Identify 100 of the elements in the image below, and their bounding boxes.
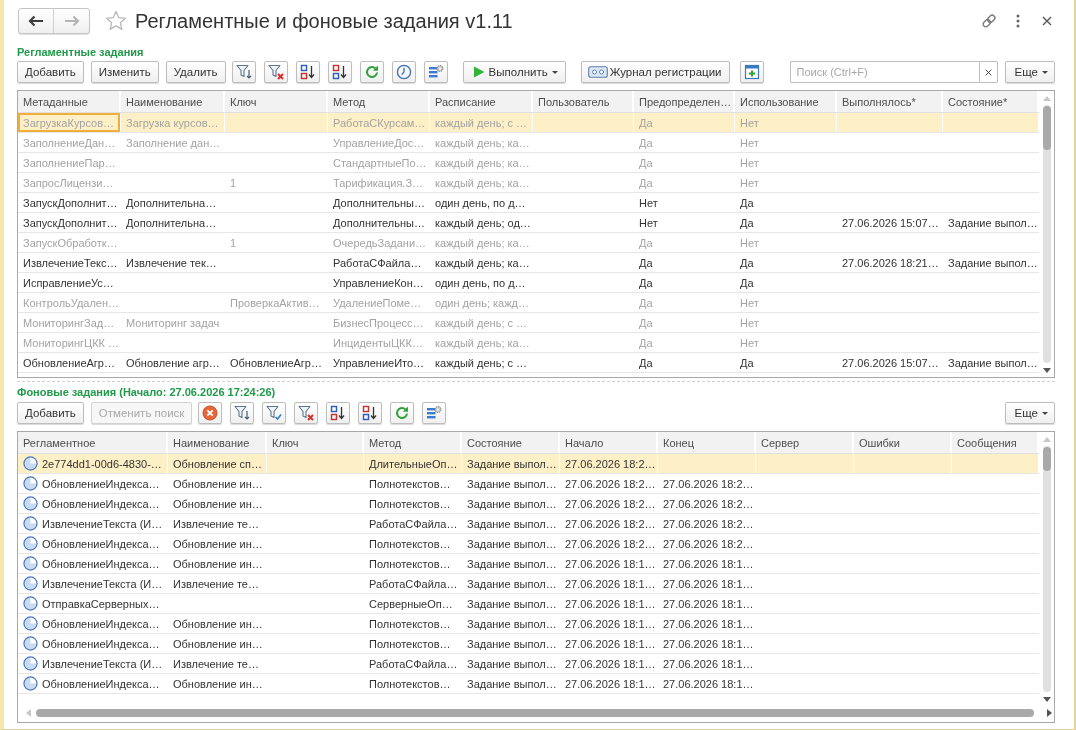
toolbar-button[interactable]: Изменить <box>90 61 159 83</box>
table-cell: Нет <box>735 293 837 312</box>
cancel-icon <box>202 405 219 421</box>
toolbar-button[interactable]: Удалить <box>165 61 226 83</box>
caret-icon <box>551 70 558 74</box>
table-cell: Нет <box>735 233 837 252</box>
table-cell: ОбновлениеИндекса… <box>42 477 160 490</box>
table-cell: Задание выпол… <box>462 574 560 593</box>
table-cell: Да <box>634 293 735 312</box>
table-cell: Да <box>634 173 735 192</box>
star-icon[interactable] <box>105 10 127 32</box>
scroll-up-icon <box>1042 95 1051 101</box>
table-cell: Задание выпол… <box>462 674 560 693</box>
table-cell: Дополнительны… <box>328 213 430 232</box>
table-cell: каждый день; од… <box>430 213 533 232</box>
table-cell: Извлечение те… <box>168 514 267 533</box>
table-cell: Задание выпол… <box>462 614 560 633</box>
sort-ascending-button[interactable] <box>326 402 351 424</box>
table-row[interactable]: ИзвлечениеТекста (И… Извлечение те… РаботаСФайла… Задание выпол… 27.06.2026 18:2… 27.06.2026 18:2… <box>18 514 1039 534</box>
table-cell: каждый день; ка… <box>430 173 533 192</box>
column-header[interactable]: Метаданные <box>18 91 121 112</box>
scrollbar-thumb[interactable] <box>36 709 1034 717</box>
cancel-button[interactable] <box>198 402 223 424</box>
table-row[interactable]: ОбновлениеИндекса… Обновление ин… Полнотекстов… Задание выпол… 27.06.2026 18:1… 27.06.2026 18:1… <box>18 674 1039 694</box>
table-cell: 27.06.2026 15:07… <box>837 213 943 232</box>
list-settings-icon <box>427 64 444 80</box>
filter-icon <box>234 405 251 421</box>
table-cell: 27.06.2026 18:1… <box>560 634 658 653</box>
table-cell: Да <box>634 273 735 292</box>
cassette-icon <box>587 65 608 79</box>
table-cell: 27.06.2026 18:1… <box>658 634 756 653</box>
scrollbar-thumb[interactable] <box>1042 447 1051 471</box>
table-cell: ОбновлениеАгр… <box>225 353 328 372</box>
table-row[interactable]: ОбновлениеИндекса… Обновление ин… Полнотекстов… Задание выпол… 27.06.2026 18:2… 27.06.2026 18:2… <box>18 534 1039 554</box>
clear-filter-button[interactable] <box>263 61 288 83</box>
pie-icon <box>23 456 38 471</box>
schedule-button[interactable] <box>391 61 416 83</box>
table-cell: СерверныеОп… <box>364 594 462 613</box>
table-cell: Дополнительна… <box>121 193 225 212</box>
list-settings-button[interactable] <box>423 61 448 83</box>
table-cell: Нет <box>634 213 735 232</box>
table-cell: 27.06.2026 18:2… <box>658 494 756 513</box>
table-row[interactable]: ОбновлениеИндекса… Обновление ин… Полнотекстов… Задание выпол… 27.06.2026 18:2… 27.06.2026 18:2… <box>18 474 1039 494</box>
table-cell: Дополнительна… <box>121 213 225 232</box>
table-cell: 27.06.2026 18:1… <box>658 614 756 633</box>
pie-icon <box>23 656 38 671</box>
table-row[interactable]: ИзвлечениеТекста (И… Извлечение те… РаботаСФайла… Задание выпол… 27.06.2026 18:1… 27.06.2026 18:1… <box>18 654 1039 674</box>
toolbar-button[interactable]: Добавить <box>17 61 84 83</box>
filter-button[interactable] <box>231 61 256 83</box>
table-cell: ОбновлениеИндекса… <box>42 677 160 690</box>
table-cell: Извлечение тек… <box>121 253 225 272</box>
refresh-button[interactable] <box>390 402 415 424</box>
table-row[interactable]: ОбновлениеИндекса… Обновление ин… Полнотекстов… Задание выпол… 27.06.2026 18:1… 27.06.2026 18:1… <box>18 554 1039 574</box>
link-button[interactable] <box>981 12 997 30</box>
sort-descending-icon <box>362 405 379 421</box>
table-cell: Обновление ин… <box>168 614 267 633</box>
table-cell: ЗапросЛицензи… <box>18 173 121 192</box>
list-settings-button[interactable] <box>422 402 447 424</box>
refresh-icon <box>363 64 380 80</box>
table-cell: 1 <box>225 233 328 252</box>
log-button[interactable]: Журнал регистрации <box>580 61 731 83</box>
table-row[interactable]: ОбновлениеИндекса… Обновление ин… Полнотекстов… Задание выпол… 27.06.2026 18:2… 27.06.2026 18:2… <box>18 494 1039 514</box>
sort-descending-button[interactable] <box>358 402 383 424</box>
table-cell: 27.06.2026 15:07… <box>837 353 943 372</box>
table-cell: ОбновлениеИндекса… <box>42 637 160 650</box>
selected-table-row[interactable]: 2e774dd1-00d6-4830-… Обновление сп… ДлительныеОп… Задание выпол… 27.06.2026 18:2… <box>18 454 1039 474</box>
table-cell: Да <box>735 193 837 212</box>
table-cell: ЗаполнениеДан… <box>18 133 121 152</box>
sort-ascending-button[interactable] <box>295 61 320 83</box>
caret-icon <box>1042 411 1048 415</box>
table-row[interactable]: ОбновлениеИндекса… Обновление ин… Полнотекстов… Задание выпол… 27.06.2026 18:1… 27.06.2026 18:1… <box>18 614 1039 634</box>
table-cell: ЗапускДополнит… <box>18 213 121 232</box>
add-window-button[interactable] <box>740 61 765 83</box>
table-cell: 27.06.2026 18:1… <box>658 554 756 573</box>
table-cell: Обновление агр… <box>121 353 225 372</box>
pie-icon <box>23 556 38 571</box>
filter-button[interactable] <box>230 402 255 424</box>
table-cell: Задание выпол… <box>462 594 560 613</box>
filter-check-button[interactable] <box>262 402 287 424</box>
table-cell: каждый день; ка… <box>430 133 533 152</box>
table-row[interactable]: ИзвлечениеТекста (И… Извлечение те… РаботаСФайла… Задание выпол… 27.06.2026 18:1… 27.06.2026 18:1… <box>18 574 1039 594</box>
table-row[interactable]: ОтправкаСерверных… СерверныеОп… Задание выпол… 27.06.2026 18:1… 27.06.2026 18:1… <box>18 594 1039 614</box>
more-button[interactable]: Еще <box>1004 402 1055 424</box>
sort-descending-button[interactable] <box>327 61 352 83</box>
refresh-button[interactable] <box>359 61 384 83</box>
toolbar-button[interactable]: Добавить <box>17 402 84 424</box>
table-cell: Обновление ин… <box>168 554 267 573</box>
search-field[interactable]: Поиск (Ctrl+F) <box>789 61 979 83</box>
clear-filter-button[interactable] <box>294 402 319 424</box>
table-cell: Да <box>634 313 735 332</box>
more-button[interactable]: Еще <box>1004 61 1055 83</box>
table-cell: ЗаполнениеПар… <box>18 153 121 172</box>
table-cell: 1 <box>225 173 328 192</box>
table-cell: Полнотекстов… <box>364 554 462 573</box>
table-cell: Полнотекстов… <box>364 634 462 653</box>
run-button[interactable]: Выполнить <box>462 61 566 83</box>
table-cell: 27.06.2026 18:2… <box>560 534 658 553</box>
table-row[interactable]: ОбновлениеИндекса… Обновление ин… Полнотекстов… Задание выпол… 27.06.2026 18:1… 27.06.2026 18:1… <box>18 634 1039 654</box>
scrollbar-thumb[interactable] <box>1042 106 1051 150</box>
link-icon <box>981 13 997 29</box>
